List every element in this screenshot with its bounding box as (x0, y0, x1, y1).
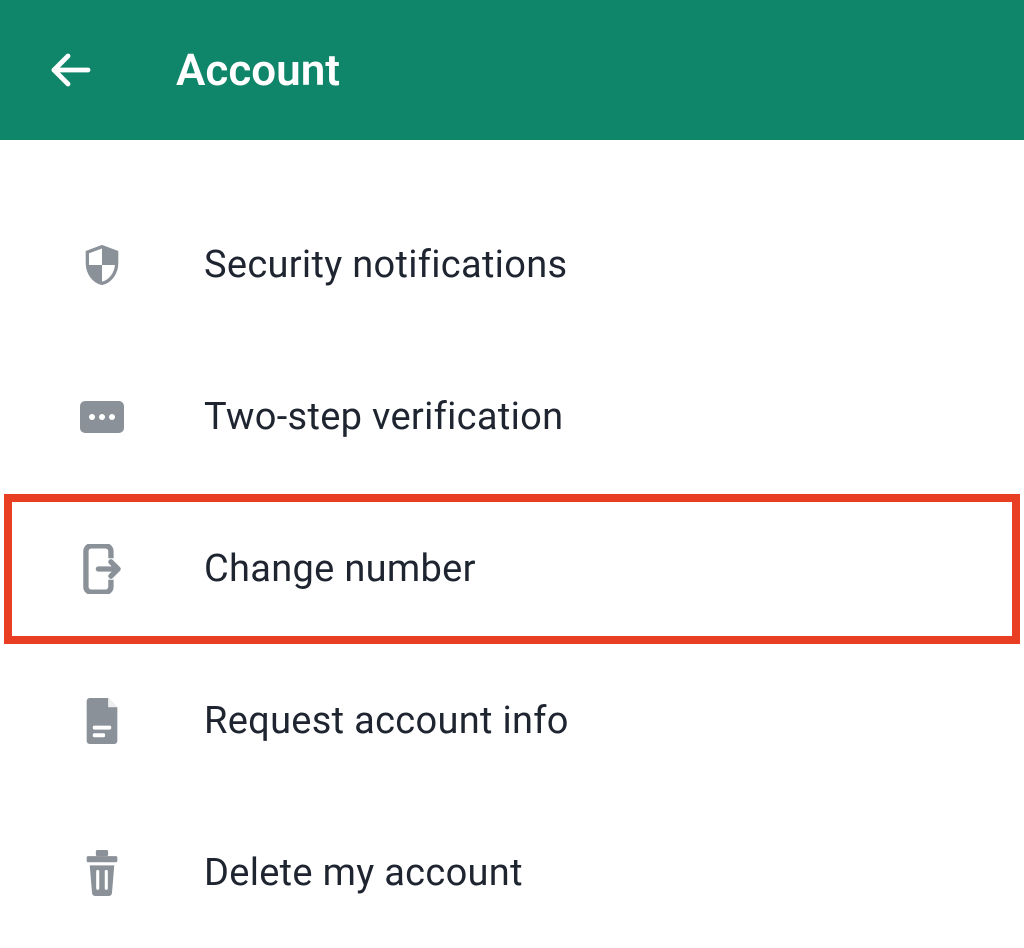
settings-item-label: Security notifications (204, 243, 567, 287)
phone-exit-icon (80, 547, 124, 591)
trash-icon (80, 851, 124, 895)
settings-item-security-notifications[interactable]: Security notifications (4, 190, 1020, 340)
settings-item-label: Delete my account (204, 851, 523, 895)
settings-item-two-step-verification[interactable]: Two-step verification (4, 342, 1020, 492)
back-button[interactable] (44, 44, 96, 96)
settings-item-label: Request account info (204, 699, 569, 743)
settings-item-request-account-info[interactable]: Request account info (4, 646, 1020, 796)
app-header: Account (0, 0, 1024, 140)
settings-list: Security notifications Two-step verifica… (0, 140, 1024, 948)
settings-item-label: Change number (204, 547, 476, 591)
back-arrow-icon (46, 46, 94, 94)
settings-item-delete-my-account[interactable]: Delete my account (4, 798, 1020, 948)
dots-box-icon (80, 395, 124, 439)
document-icon (80, 699, 124, 743)
settings-item-change-number[interactable]: Change number (4, 494, 1020, 644)
settings-item-label: Two-step verification (204, 395, 563, 439)
page-title: Account (176, 44, 340, 96)
shield-icon (80, 243, 124, 287)
